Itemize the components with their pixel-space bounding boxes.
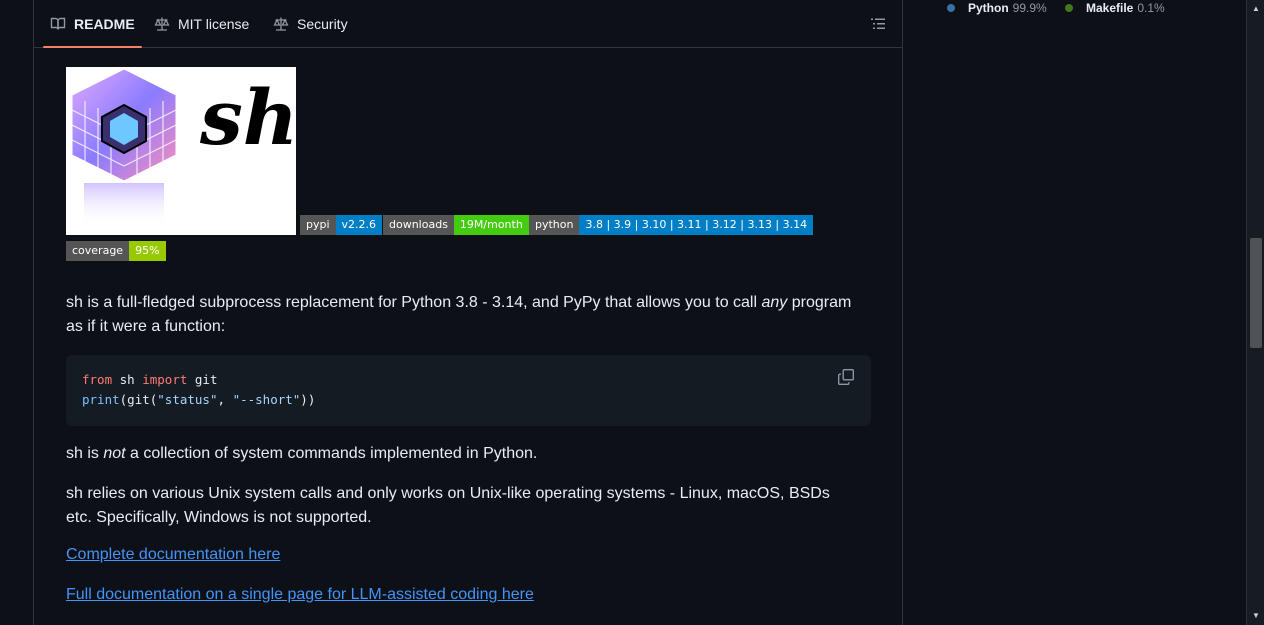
- page-scrollbar[interactable]: ▲ ▼: [1246, 0, 1264, 625]
- language-python-pct: 99.9%: [1012, 1, 1047, 15]
- badge-pypi-value: v2.2.6: [335, 215, 383, 235]
- scale-icon: [273, 16, 289, 32]
- code-keyword-from: from: [82, 372, 113, 387]
- tab-readme[interactable]: README: [43, 0, 142, 48]
- code-module: sh: [112, 372, 143, 387]
- tab-mit-license[interactable]: MIT license: [154, 0, 249, 48]
- makefile-color-dot: [1065, 4, 1073, 12]
- scroll-up-icon[interactable]: ▲: [1251, 4, 1261, 14]
- tab-security-label: Security: [297, 16, 348, 32]
- code-comma: ,: [217, 392, 233, 407]
- copy-code-button[interactable]: [837, 368, 855, 386]
- badge-coverage-label: coverage: [66, 241, 130, 261]
- list-icon: [870, 18, 886, 36]
- language-makefile[interactable]: Makefile 0.1%: [1065, 1, 1165, 15]
- logo-text: sh: [200, 73, 296, 162]
- code-line-1: from sh import git: [82, 370, 855, 390]
- badge-downloads-label: downloads: [383, 215, 454, 235]
- cube-logo-icon: [71, 68, 177, 227]
- scrollbar-thumb[interactable]: [1250, 238, 1262, 348]
- language-makefile-pct: 0.1%: [1137, 1, 1165, 15]
- badge-python-value: 3.8 | 3.9 | 3.10 | 3.11 | 3.12 | 3.13 | …: [579, 215, 814, 235]
- badge-python[interactable]: python 3.8 | 3.9 | 3.10 | 3.11 | 3.12 | …: [529, 215, 814, 235]
- badge-coverage-value: 95%: [129, 241, 166, 261]
- tab-readme-label: README: [74, 16, 135, 32]
- badge-pypi[interactable]: pypi v2.2.6: [300, 215, 383, 235]
- not-text-1: sh is: [66, 445, 104, 462]
- code-string-2: "--short": [232, 392, 301, 407]
- code-open: (git(: [119, 392, 158, 407]
- copy-icon: [837, 369, 855, 389]
- tab-mit-license-label: MIT license: [178, 16, 250, 32]
- outline-toggle-button[interactable]: [870, 16, 886, 32]
- sh-logo[interactable]: sh: [66, 67, 296, 235]
- book-icon: [50, 16, 66, 32]
- code-keyword-import: import: [142, 372, 188, 387]
- badge-coverage[interactable]: coverage 95%: [66, 241, 166, 261]
- scroll-down-icon[interactable]: ▼: [1251, 611, 1261, 621]
- scale-icon: [154, 16, 170, 32]
- code-print: print: [82, 392, 120, 407]
- intro-emphasis: any: [761, 294, 788, 311]
- intro-text-1: sh is a full-fledged subprocess replacem…: [66, 294, 762, 311]
- not-emphasis: not: [103, 445, 126, 462]
- badge-downloads[interactable]: downloads 19M/month: [383, 215, 529, 235]
- intro-paragraph: sh is a full-fledged subprocess replacem…: [66, 291, 871, 339]
- badge-python-label: python: [529, 215, 580, 235]
- badge-downloads-value: 19M/month: [453, 215, 529, 235]
- not-paragraph: sh is not a collection of system command…: [66, 442, 871, 466]
- code-import-name: git: [187, 372, 218, 387]
- tab-security[interactable]: Security: [273, 0, 348, 48]
- code-line-2: print(git("status", "--short")): [82, 390, 855, 410]
- readme-tabbar: README MIT license Security: [34, 0, 902, 48]
- badge-pypi-label: pypi: [300, 215, 336, 235]
- language-makefile-name: Makefile: [1086, 1, 1134, 15]
- llm-docs-link[interactable]: Full documentation on a single page for …: [66, 586, 534, 604]
- python-color-dot: [947, 4, 955, 12]
- language-python[interactable]: Python 99.9%: [947, 1, 1047, 15]
- not-text-2: a collection of system commands implemen…: [125, 445, 538, 462]
- code-close: )): [300, 392, 316, 407]
- code-string-1: "status": [157, 392, 218, 407]
- unix-paragraph: sh relies on various Unix system calls a…: [66, 485, 830, 526]
- code-block: from sh import git print(git("status", "…: [66, 355, 871, 426]
- readme-panel: README MIT license Security sh pypi v2.2…: [33, 0, 903, 625]
- language-python-name: Python: [968, 1, 1009, 15]
- docs-link[interactable]: Complete documentation here: [66, 546, 280, 564]
